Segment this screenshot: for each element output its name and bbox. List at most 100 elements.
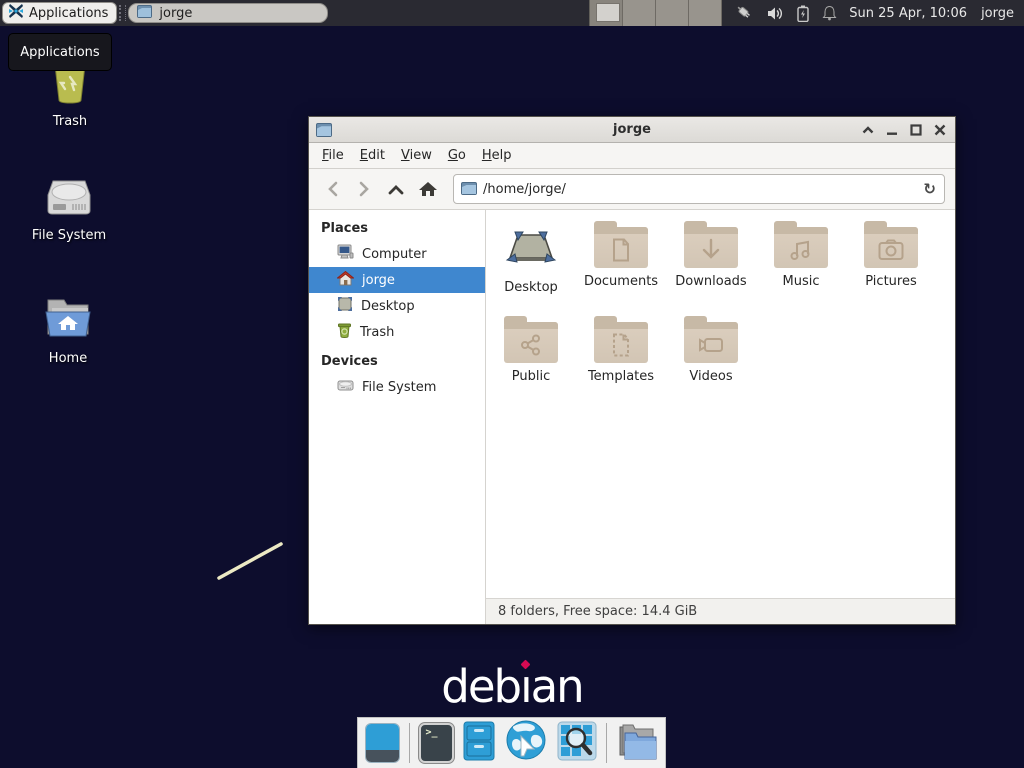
close-button[interactable] [932,123,947,138]
back-button[interactable] [319,176,345,202]
public-folder-icon [504,322,558,363]
show-desktop-launcher[interactable] [365,723,400,763]
menubar: File Edit View Go Help [309,143,955,169]
taskbar-folder-icon [137,5,152,22]
dock-separator [606,723,607,763]
desktop-icon-label: File System [32,228,106,243]
network-icon[interactable] [736,5,754,21]
sidebar-item-file-system[interactable]: File System [309,374,485,400]
forward-button[interactable] [351,176,377,202]
folder-item-videos[interactable]: Videos [666,313,756,408]
drive-icon [337,378,354,396]
sidebar-item-trash[interactable]: Trash [309,319,485,345]
workspace-pager [589,0,722,26]
path-input[interactable]: /home/jorge/ [483,182,923,197]
menu-go[interactable]: Go [440,144,474,167]
desktop-icon-file-system[interactable]: File System [21,175,117,243]
desktop-surface-icon [505,224,557,274]
debian-wordmark-left: deb [441,660,520,713]
workspace-1[interactable] [590,0,623,26]
window-title: jorge [613,122,651,137]
applications-menu-label: Applications [29,6,108,21]
applications-menu-button[interactable]: Applications [2,2,117,24]
menu-view[interactable]: View [393,144,440,167]
sidebar-item-label: Desktop [361,299,415,314]
workspace-2[interactable] [623,0,656,26]
sidebar-item-jorge[interactable]: jorge [309,267,485,293]
web-browser-launcher[interactable] [504,719,548,767]
maximize-button[interactable] [908,123,923,138]
file-manager-window: jorge File Edit View Go Help [308,116,956,625]
panel-grip[interactable] [119,5,126,21]
sidebar: Places Computer [309,210,486,624]
workspace-window-preview [596,3,620,22]
folder-item-pictures[interactable]: Pictures [846,218,936,313]
folder-label: Desktop [504,280,558,295]
folder-label: Templates [588,369,654,384]
clock[interactable]: Sun 25 Apr, 10:06 [849,6,967,21]
folders-launcher[interactable] [616,721,658,765]
sidebar-item-label: Computer [362,247,427,262]
menu-edit[interactable]: Edit [352,144,393,167]
folder-label: Public [512,369,550,384]
terminal-icon: >_ [426,727,438,738]
notification-bell-icon[interactable] [822,5,837,21]
folder-item-desktop[interactable]: Desktop [486,218,576,313]
documents-folder-icon [594,227,648,268]
templates-folder-icon [594,322,648,363]
desktop-icon-label: Home [49,351,87,366]
folder-item-documents[interactable]: Documents [576,218,666,313]
battery-icon[interactable] [797,5,809,22]
path-bar[interactable]: /home/jorge/ ↻ [453,174,945,204]
home-folder-icon [42,296,94,346]
terminal-launcher[interactable]: >_ [419,723,455,763]
hard-drive-icon [44,175,94,223]
volume-icon[interactable] [767,6,784,21]
sidebar-item-label: jorge [362,273,395,288]
desktop-icon-label: Trash [53,114,87,129]
sidebar-item-desktop[interactable]: Desktop [309,293,485,319]
desktop-icon [337,296,353,316]
workspace-3[interactable] [656,0,689,26]
shade-button[interactable] [860,123,875,138]
debian-wordmark-i: ı [520,660,531,713]
menu-file[interactable]: File [314,144,352,167]
titlebar[interactable]: jorge [309,117,955,143]
computer-icon [337,244,354,264]
desktop-icon-home[interactable]: Home [20,296,116,366]
up-button[interactable] [383,176,409,202]
debian-wordmark-right: an [531,660,583,713]
stray-line [210,535,294,589]
reload-icon[interactable]: ↻ [923,180,936,198]
dock-separator [409,723,410,763]
tooltip-text: Applications [20,45,99,60]
folder-label: Videos [689,369,732,384]
music-folder-icon [774,227,828,268]
minimize-button[interactable] [884,123,899,138]
taskbar-window-button[interactable]: jorge [128,3,328,23]
user-menu[interactable]: jorge [981,6,1014,21]
downloads-folder-icon [684,227,738,268]
window-folder-icon [316,122,332,141]
applications-tooltip: Applications [8,33,112,71]
folder-item-templates[interactable]: Templates [576,313,666,408]
file-manager-launcher[interactable] [463,721,495,765]
folder-label: Documents [584,274,658,289]
workspace-4[interactable] [689,0,722,26]
folder-view: Desktop Documents [486,210,955,598]
dock: >_ [357,717,666,768]
statusbar-text: 8 folders, Free space: 14.4 GiB [498,604,697,619]
statusbar: 8 folders, Free space: 14.4 GiB [486,598,955,624]
system-tray [736,5,837,22]
videos-folder-icon [684,322,738,363]
folder-item-music[interactable]: Music [756,218,846,313]
top-panel: Applications jorge [0,0,1024,26]
folder-item-downloads[interactable]: Downloads [666,218,756,313]
folder-label: Music [783,274,820,289]
sidebar-item-computer[interactable]: Computer [309,241,485,267]
home-button[interactable] [415,176,441,202]
taskbar-window-label: jorge [159,6,192,21]
app-finder-launcher[interactable] [557,721,597,765]
menu-help[interactable]: Help [474,144,520,167]
folder-item-public[interactable]: Public [486,313,576,408]
